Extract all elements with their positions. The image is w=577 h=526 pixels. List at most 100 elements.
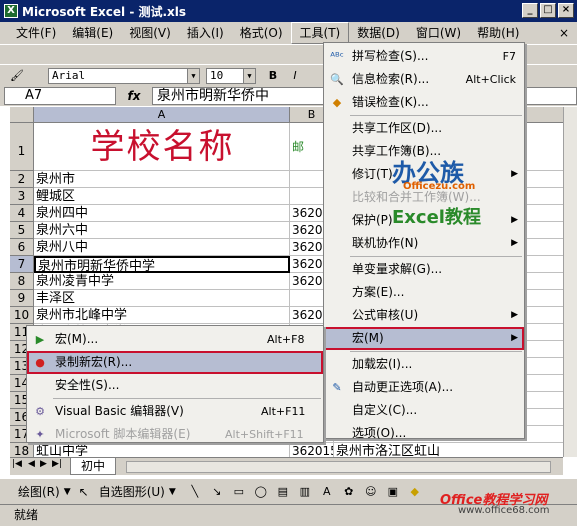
column-header[interactable]: A — [34, 107, 290, 123]
menu-item-shortcut: Alt+F8 — [267, 333, 305, 346]
maximize-button[interactable]: □ — [540, 3, 556, 18]
line-icon[interactable]: ╲ — [186, 484, 204, 500]
menu-separator — [350, 256, 522, 257]
minimize-button[interactable]: _ — [522, 3, 538, 18]
tools-menu-item[interactable]: 加载宏(I)... — [324, 353, 524, 376]
cell-a[interactable]: 泉州四中 — [34, 205, 290, 222]
diagram-icon[interactable]: ✿ — [340, 484, 358, 500]
row-header[interactable]: 6 — [10, 239, 34, 256]
sheet-nav-next-icon[interactable]: ▶ — [40, 459, 47, 469]
macro-menu-item[interactable]: 安全性(S)... — [27, 374, 323, 397]
tools-menu-item[interactable]: ◆ 错误检查(K)... — [324, 91, 524, 114]
macro-menu-item[interactable]: ⚙ Visual Basic 编辑器(V) Alt+F11 — [27, 400, 323, 423]
row-header[interactable]: 9 — [10, 290, 34, 307]
tools-menu-item[interactable]: 方案(E)... — [324, 281, 524, 304]
cell-a[interactable]: 学校名称 — [34, 123, 290, 171]
insert-function-icon[interactable]: fx — [116, 89, 152, 103]
tools-menu-item[interactable]: ✎ 自动更正选项(A)... — [324, 376, 524, 399]
font-size-select[interactable]: 10 ▼ — [206, 67, 256, 84]
sheet-nav-first-icon[interactable]: |◀ — [12, 459, 22, 469]
menu-item-label: 安全性(S)... — [55, 378, 120, 392]
excel-app-icon[interactable]: X — [4, 4, 18, 18]
autocorrect-icon: ✎ — [332, 381, 342, 394]
close-button[interactable]: × — [558, 3, 574, 18]
menu-separator — [53, 398, 321, 399]
cell-a[interactable]: 泉州凌青中学 — [34, 273, 290, 290]
vertical-scrollbar[interactable] — [563, 107, 577, 457]
chevron-down-icon[interactable]: ▼ — [169, 487, 176, 497]
bold-button[interactable]: B — [264, 68, 282, 84]
tools-menu-item[interactable]: ᴬᴮᶜ 拼写检查(S)... F7 — [324, 45, 524, 68]
cell-a[interactable]: 泉州市 — [34, 171, 290, 188]
cell-a[interactable]: 鲤城区 — [34, 188, 290, 205]
watermark-excel: Excel教程 — [392, 207, 481, 228]
menu-file[interactable]: 文件(F) — [8, 23, 64, 43]
draw-menu-button[interactable]: 绘图(R) — [18, 483, 60, 500]
tools-menu-item[interactable]: 选项(O)... — [324, 422, 524, 445]
cell-a[interactable]: 泉州八中 — [34, 239, 290, 256]
cell-c[interactable]: 泉州市洛江区虹山 — [334, 443, 563, 457]
menu-edit[interactable]: 编辑(E) — [64, 23, 121, 43]
tools-menu-item[interactable]: 🔍 信息检索(R)... Alt+Click — [324, 68, 524, 91]
tools-menu-item[interactable]: 联机协作(N) ▶ — [324, 232, 524, 255]
sheet-nav-last-icon[interactable]: ▶| — [52, 459, 62, 469]
rectangle-icon[interactable]: ▭ — [230, 484, 248, 500]
oval-icon[interactable]: ◯ — [252, 484, 270, 500]
row-header[interactable]: 7 — [10, 256, 34, 273]
tools-menu-item[interactable]: 自定义(C)... — [324, 399, 524, 422]
tools-menu-item[interactable]: 共享工作区(D)... — [324, 117, 524, 140]
tools-menu-item[interactable]: 单变量求解(G)... — [324, 258, 524, 281]
cell-a[interactable]: 泉州市北峰中学 — [34, 307, 290, 324]
select-all-corner[interactable] — [10, 107, 34, 123]
sheet-tab[interactable]: 初中 — [70, 458, 117, 475]
textbox-icon[interactable]: ▤ — [274, 484, 292, 500]
select-objects-icon[interactable]: ↖ — [79, 485, 89, 499]
tools-menu-item[interactable]: 公式审核(U) ▶ — [324, 304, 524, 327]
menu-item-label: 宏(M) — [352, 331, 384, 345]
chevron-down-icon[interactable]: ▼ — [64, 487, 71, 497]
spell-check-icon: ᴬᴮᶜ — [330, 50, 344, 63]
format-painter-icon[interactable]: 🖌 — [8, 68, 26, 84]
cell-a[interactable]: 泉州市明新华侨中学 — [34, 256, 290, 273]
font-name-select[interactable]: Arial ▼ — [48, 67, 200, 84]
row-header[interactable]: 10 — [10, 307, 34, 324]
cell-a[interactable]: 泉州六中 — [34, 222, 290, 239]
tools-menu-item[interactable]: 宏(M) ▶ — [324, 327, 524, 350]
italic-button[interactable]: I — [286, 68, 304, 84]
macro-menu-item[interactable]: ● 录制新宏(R)... — [27, 351, 323, 374]
macro-menu-item[interactable]: ▶ 宏(M)... Alt+F8 — [27, 328, 323, 351]
vertical-textbox-icon[interactable]: ▥ — [296, 484, 314, 500]
cell-a[interactable]: 丰泽区 — [34, 290, 290, 307]
menu-window[interactable]: 窗口(W) — [408, 23, 469, 43]
doc-close-icon[interactable]: × — [551, 23, 577, 43]
row-header[interactable]: 4 — [10, 205, 34, 222]
menu-item-label: 加载宏(I)... — [352, 357, 413, 371]
row-header[interactable]: 5 — [10, 222, 34, 239]
row-header[interactable]: 8 — [10, 273, 34, 290]
horizontal-scrollbar[interactable] — [126, 461, 551, 473]
menu-tools[interactable]: 工具(T) — [290, 22, 350, 44]
menu-data[interactable]: 数据(D) — [349, 23, 408, 43]
wordart-icon[interactable]: A — [318, 484, 336, 500]
row-header[interactable]: 1 — [10, 123, 34, 171]
row-header[interactable]: 2 — [10, 171, 34, 188]
menu-view[interactable]: 视图(V) — [121, 23, 179, 43]
chevron-down-icon[interactable]: ▼ — [187, 68, 199, 83]
menu-item-label: 共享工作区(D)... — [352, 121, 443, 135]
menu-insert[interactable]: 插入(I) — [179, 23, 232, 43]
menu-item-label: 自定义(C)... — [352, 403, 418, 417]
menu-item-label: 选项(O)... — [352, 426, 407, 440]
picture-icon[interactable]: ▣ — [384, 484, 402, 500]
menu-help[interactable]: 帮助(H) — [469, 23, 527, 43]
fill-color-icon[interactable]: ◆ — [406, 484, 424, 500]
arrow-icon[interactable]: ↘ — [208, 484, 226, 500]
clipart-icon[interactable]: ☺ — [362, 484, 380, 500]
autoshapes-menu-button[interactable]: 自选图形(U) — [99, 483, 165, 500]
row-header[interactable]: 3 — [10, 188, 34, 205]
macro-menu-item[interactable]: ✦ Microsoft 脚本编辑器(E) Alt+Shift+F11 — [27, 423, 323, 446]
name-box[interactable]: A7 — [4, 87, 116, 105]
menu-item-label: 修订(T) — [352, 167, 393, 181]
chevron-down-icon[interactable]: ▼ — [243, 68, 255, 83]
sheet-nav-prev-icon[interactable]: ◀ — [28, 459, 35, 469]
menu-format[interactable]: 格式(O) — [232, 23, 291, 43]
